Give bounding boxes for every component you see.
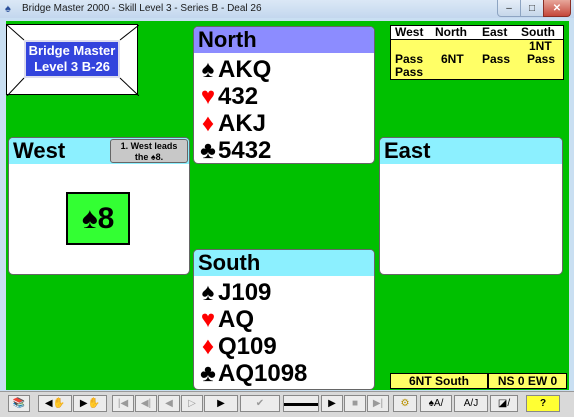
prev-button[interactable]: ◀✋ [38, 395, 72, 412]
minimize-button[interactable]: – [497, 0, 521, 17]
bid-r2-east: Pass [482, 52, 511, 66]
maximize-button[interactable]: □ [520, 0, 544, 17]
spade-icon: ♠ [201, 279, 215, 306]
heart-icon: ♥ [200, 83, 216, 110]
left-arrow-icon: ◀ [44, 398, 53, 409]
title-bar: ♠ Bridge Master 2000 - Skill Level 3 - S… [0, 0, 574, 18]
bid-header-south: South [521, 25, 555, 39]
note-line2: the ♠8. [111, 152, 187, 163]
north-hearts: ♥ 432 [198, 83, 258, 110]
bid-header-east: East [482, 25, 508, 39]
south-diamond-cards[interactable]: Q109 [218, 333, 277, 360]
club-icon: ♣ [200, 360, 216, 387]
club-icon: ♣ [200, 137, 216, 164]
south-spade-cards[interactable]: J109 [218, 279, 271, 306]
deal-menu-button[interactable]: 📚 [8, 395, 30, 412]
bid-header-west: West [395, 25, 424, 39]
north-spades: ♠ AKQ [198, 56, 272, 83]
accept-button[interactable]: ✔ [240, 395, 280, 412]
concede-aj-button[interactable]: A/J [454, 395, 488, 412]
bid-r3-west: Pass [395, 65, 424, 79]
hand-icon: ✋ [52, 398, 66, 409]
play-note: 1. West leads the ♠8. [110, 139, 188, 163]
east-label: East [380, 138, 562, 164]
note-line2-prefix: the [134, 152, 151, 162]
prev-trick-button[interactable]: ◀| [135, 395, 157, 412]
hand-icon: ✋ [87, 398, 101, 409]
diamond-icon: ♦ [201, 110, 215, 137]
logo-deal-id: Level 3 B-26 [34, 59, 110, 74]
bridge-table: Bridge Master Level 3 B-26 North ♠ AKQ ♥ 4… [6, 21, 569, 390]
play-button[interactable]: ▶ [321, 395, 343, 412]
close-button[interactable]: ✕ [543, 0, 571, 17]
played-card: ♠8 [66, 192, 130, 245]
score-display: NS 0 EW 0 [488, 373, 567, 389]
north-hand-panel: North ♠ AKQ ♥ 432 ♦ AKJ ♣5432 [193, 26, 375, 164]
north-heart-cards[interactable]: 432 [218, 83, 258, 110]
south-hearts: ♥ AQ [198, 306, 254, 333]
concede-button[interactable]: ◪/ [490, 395, 518, 412]
south-diamonds: ♦ Q109 [198, 333, 277, 360]
settings-button[interactable]: ⚙ [393, 395, 417, 412]
north-clubs: ♣5432 [198, 137, 271, 164]
bid-r2-north: 6NT [441, 52, 464, 66]
stop-button[interactable]: ■ [344, 395, 366, 412]
claim-button[interactable]: ♠A/ [420, 395, 452, 412]
help-button[interactable]: ? [526, 395, 560, 412]
bidding-box: West North East South 1NT Pass 6NT Pass … [390, 25, 564, 80]
first-trick-button[interactable]: |◀ [112, 395, 134, 412]
app-window: ♠ Bridge Master 2000 - Skill Level 3 - S… [0, 0, 574, 417]
note-line2-rank: 8. [155, 152, 164, 162]
logo-box: Bridge Master Level 3 B-26 [6, 24, 139, 96]
next-trick-button[interactable]: ▷ [181, 395, 203, 412]
spade-icon: ♠ [201, 56, 215, 83]
next-button[interactable]: ▶✋ [73, 395, 107, 412]
contract-display: 6NT South [390, 373, 488, 389]
bidding-header: West North East South [391, 26, 563, 40]
north-club-cards[interactable]: 5432 [218, 137, 271, 163]
spade-icon: ♠ [81, 202, 98, 235]
window-title: Bridge Master 2000 - Skill Level 3 - Ser… [22, 3, 262, 14]
south-club-cards[interactable]: AQ1098 [218, 360, 307, 387]
south-clubs: ♣AQ1098 [198, 360, 307, 387]
prev-card-button[interactable]: ◀ [158, 395, 180, 412]
north-diamond-cards[interactable]: AKJ [218, 110, 266, 137]
bid-header-north: North [435, 25, 467, 39]
heart-icon: ♥ [200, 306, 216, 333]
note-line1: 1. West leads [120, 141, 178, 151]
north-spade-cards[interactable]: AKQ [218, 56, 271, 83]
south-heart-cards[interactable]: AQ [218, 306, 254, 333]
north-label: North [194, 27, 374, 53]
diamond-icon: ♦ [201, 333, 215, 360]
bid-r2-south: Pass [527, 52, 556, 66]
keyboard-button[interactable]: ▬▬▬▬ [283, 395, 319, 412]
logo-title: Bridge Master [28, 43, 116, 58]
bottom-toolbar: 📚 ◀✋ ▶✋ |◀ ◀| ◀ ▷ ▶ ✔ ▬▬▬▬ ▶ ■ ▶| ⚙ ♠A/ … [0, 391, 574, 417]
next-card-button[interactable]: ▶ [204, 395, 238, 412]
gear-icon: ⚙ [400, 398, 410, 409]
right-arrow-icon: ▶ [79, 398, 88, 409]
deal-logo: Bridge Master Level 3 B-26 [24, 40, 120, 78]
south-hand-panel: South ♠ J109 ♥ AQ ♦ Q109 ♣AQ1098 [193, 249, 375, 390]
south-label: South [194, 250, 374, 276]
played-card-rank: 8 [97, 202, 115, 235]
south-spades: ♠ J109 [198, 279, 272, 306]
north-diamonds: ♦ AKJ [198, 110, 266, 137]
end-button[interactable]: ▶| [367, 395, 389, 412]
bridge-app-icon: ♠ [5, 3, 11, 15]
east-hand-panel: East [379, 137, 563, 275]
